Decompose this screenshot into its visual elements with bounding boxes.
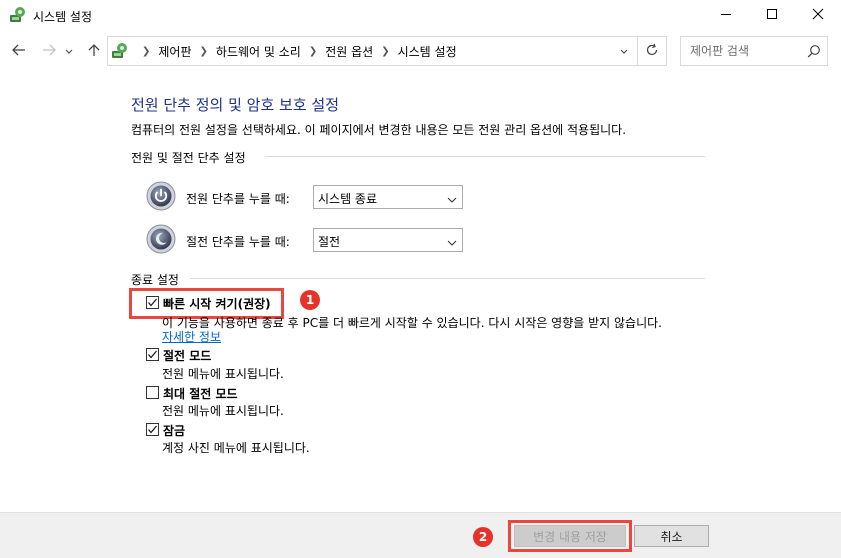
step-badge-2: 2 [473, 527, 493, 547]
forward-arrow-icon [42, 44, 56, 59]
breadcrumb: ❯ 제어판 ❯ 하드웨어 및 소리 ❯ 전원 옵션 ❯ 시스템 설정 [134, 37, 457, 65]
fast-startup-description: 이 기능을 사용하면 종료 후 PC를 더 빠르게 시작할 수 있습니다. 다시… [162, 316, 662, 330]
sleep-description: 전원 메뉴에 표시됩니다. [162, 367, 284, 381]
sleep-button-label: 절전 단추를 누를 때: [186, 235, 290, 249]
hibernate-checkbox[interactable] [146, 386, 159, 399]
power-button-label: 전원 단추를 누를 때: [186, 192, 290, 206]
window-title: 시스템 설정 [33, 10, 93, 24]
lock-label[interactable]: 잠금 [163, 422, 185, 439]
sleep-button-icon [146, 224, 176, 254]
breadcrumb-item-hardware-sound[interactable]: 하드웨어 및 소리 [216, 43, 301, 60]
footer-bar [0, 513, 841, 558]
section-divider [265, 156, 705, 157]
maximize-button[interactable] [749, 0, 795, 31]
chevron-down-icon [65, 44, 73, 58]
power-button-action-value: 시스템 종료 [318, 192, 378, 206]
close-button[interactable] [795, 0, 841, 31]
page-description: 컴퓨터의 전원 설정을 선택하세요. 이 페이지에서 변경한 내용은 모든 전원… [131, 123, 627, 137]
back-arrow-icon [12, 44, 26, 59]
close-icon [812, 8, 824, 23]
chevron-down-icon [447, 193, 457, 203]
shutdown-section-label: 종료 설정 [131, 273, 179, 287]
power-button-action-select[interactable]: 시스템 종료 [313, 185, 463, 209]
sleep-checkbox[interactable] [146, 348, 159, 361]
control-panel-icon [111, 42, 129, 60]
sleep-button-action-select[interactable]: 절전 [313, 228, 463, 252]
minimize-button[interactable] [703, 0, 749, 31]
minimize-icon [720, 8, 732, 23]
recent-locations-button[interactable] [62, 41, 76, 61]
cancel-button[interactable]: 취소 [634, 525, 709, 547]
more-info-link[interactable]: 자세한 정보 [162, 328, 221, 345]
power-button-icon [146, 181, 176, 211]
chevron-down-icon [447, 236, 457, 246]
chevron-down-icon [620, 44, 628, 58]
sleep-button-action-value: 절전 [318, 235, 341, 249]
breadcrumb-separator-icon[interactable]: ❯ [381, 46, 389, 57]
search-icon[interactable] [807, 44, 821, 58]
power-section-label: 전원 및 절전 단추 설정 [131, 151, 246, 165]
maximize-icon [766, 8, 778, 23]
up-arrow-icon [88, 43, 100, 60]
control-panel-icon [9, 6, 27, 24]
hibernate-label[interactable]: 최대 절전 모드 [163, 385, 238, 402]
refresh-icon [645, 43, 659, 60]
forward-button[interactable] [39, 41, 59, 61]
refresh-button[interactable] [637, 36, 667, 66]
breadcrumb-separator-icon[interactable]: ❯ [309, 46, 317, 57]
step-badge-1: 1 [300, 290, 320, 310]
search-input[interactable] [690, 43, 800, 59]
highlight-box-2 [508, 520, 632, 552]
sleep-label[interactable]: 절전 모드 [163, 347, 211, 364]
search-box[interactable] [680, 36, 828, 66]
breadcrumb-item-control-panel[interactable]: 제어판 [158, 43, 191, 60]
lock-description: 계정 사진 메뉴에 표시됩니다. [162, 441, 310, 455]
breadcrumb-item-power-options[interactable]: 전원 옵션 [325, 43, 373, 60]
breadcrumb-separator-icon[interactable]: ❯ [200, 46, 208, 57]
hibernate-description: 전원 메뉴에 표시됩니다. [162, 404, 284, 418]
address-dropdown-button[interactable] [613, 36, 635, 66]
section-divider [190, 278, 705, 279]
address-bar[interactable]: ❯ 제어판 ❯ 하드웨어 및 소리 ❯ 전원 옵션 ❯ 시스템 설정 [107, 36, 667, 66]
page-title: 전원 단추 정의 및 암호 보호 설정 [131, 96, 340, 114]
breadcrumb-separator-icon: ❯ [142, 45, 151, 57]
back-button[interactable] [9, 41, 29, 61]
breadcrumb-item-system-settings[interactable]: 시스템 설정 [398, 43, 457, 60]
up-button[interactable] [84, 41, 104, 61]
title-bar: 시스템 설정 [0, 0, 841, 31]
lock-checkbox[interactable] [146, 423, 159, 436]
